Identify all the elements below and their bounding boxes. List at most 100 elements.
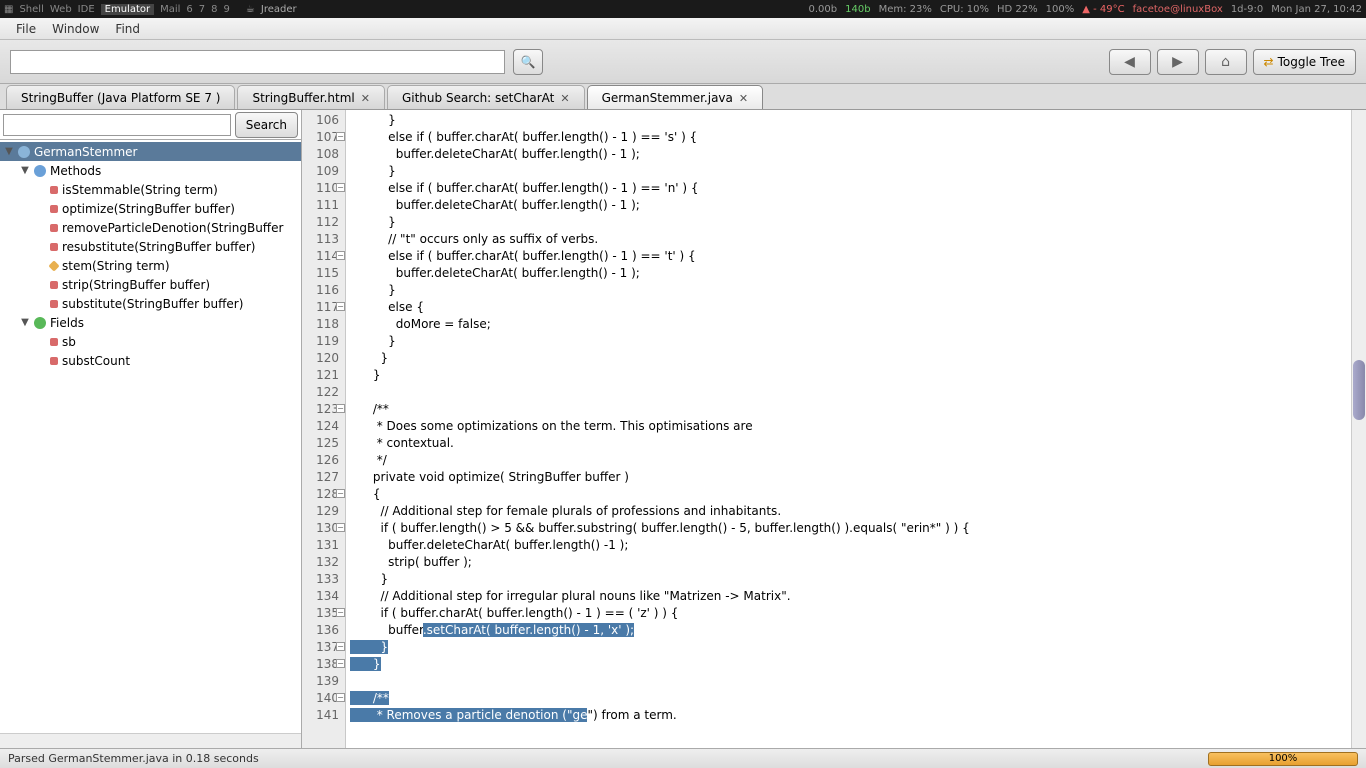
taskbar-item[interactable]: Shell (19, 4, 43, 15)
tree-icon (50, 338, 58, 346)
tree-icon (18, 146, 30, 158)
close-icon[interactable]: ✕ (560, 92, 569, 105)
tree-icon (50, 281, 58, 289)
toggle-tree-icon: ⇄ (1264, 55, 1274, 69)
tree-label: isStemmable(String term) (62, 183, 218, 197)
taskbar-item[interactable]: Web (50, 4, 72, 15)
code-area[interactable]: } else if ( buffer.charAt( buffer.length… (346, 110, 1351, 748)
fold-icon[interactable]: − (336, 642, 345, 651)
user-host: facetoe@linuxBox (1133, 4, 1223, 15)
menu-window[interactable]: Window (44, 20, 107, 38)
tab-label: Github Search: setCharAt (402, 91, 554, 105)
tree-icon (50, 243, 58, 251)
tree-item[interactable]: strip(StringBuffer buffer) (0, 275, 301, 294)
sidebar-hscroll[interactable] (0, 733, 301, 748)
tree-label: removeParticleDenotion(StringBuffer (62, 221, 283, 235)
taskbar-item-active[interactable]: Emulator (101, 4, 154, 15)
tree-item[interactable]: resubstitute(StringBuffer buffer) (0, 237, 301, 256)
tree-icon (50, 186, 58, 194)
fold-icon[interactable]: − (336, 132, 345, 141)
tree-icon (48, 260, 59, 271)
tree-icon (50, 224, 58, 232)
tree-item[interactable]: stem(String term) (0, 256, 301, 275)
taskbar-stats: 0.00b 140b Mem: 23% CPU: 10% HD 22% 100%… (809, 4, 1362, 15)
home-icon: ⌂ (1221, 54, 1230, 70)
zoom-indicator[interactable]: 100% (1208, 752, 1358, 766)
fold-icon[interactable]: − (336, 404, 345, 413)
tree-item[interactable]: isStemmable(String term) (0, 180, 301, 199)
close-icon[interactable]: ✕ (739, 92, 748, 105)
taskbar-item[interactable]: IDE (78, 4, 95, 15)
toolbar: 🔍 ◀ ▶ ⌂ ⇄ Toggle Tree (0, 40, 1366, 84)
close-icon[interactable]: ✕ (361, 92, 370, 105)
taskbar-grid-icon[interactable]: ▦ (4, 4, 13, 15)
fold-icon[interactable]: − (336, 251, 345, 260)
tree-label: substitute(StringBuffer buffer) (62, 297, 243, 311)
sidebar-search-input[interactable] (3, 114, 231, 136)
menu-file[interactable]: File (8, 20, 44, 38)
tree-label: optimize(StringBuffer buffer) (62, 202, 235, 216)
search-icon: 🔍 (521, 55, 536, 69)
fold-icon[interactable]: − (336, 489, 345, 498)
tree-item[interactable]: removeParticleDenotion(StringBuffer (0, 218, 301, 237)
code-editor[interactable]: 106107−108109110−111112113114−115116117−… (302, 110, 1366, 748)
temp-stat: ▲ - 49°C (1082, 4, 1124, 15)
taskbar-item[interactable]: 8 (211, 4, 217, 15)
twisty-icon[interactable]: ▼ (20, 317, 30, 328)
tree-icon (50, 357, 58, 365)
fold-icon[interactable]: − (336, 659, 345, 668)
tab[interactable]: GermanStemmer.java ✕ (587, 85, 764, 109)
tree-label: stem(String term) (62, 259, 170, 273)
back-button[interactable]: ◀ (1109, 49, 1151, 75)
tab-label: GermanStemmer.java (602, 91, 733, 105)
twisty-icon[interactable]: ▼ (20, 165, 30, 176)
tree-label: sb (62, 335, 76, 349)
fold-icon[interactable]: − (336, 523, 345, 532)
back-icon: ◀ (1124, 54, 1135, 70)
mem-stat: Mem: 23% (879, 4, 932, 15)
tab-label: StringBuffer.html (252, 91, 354, 105)
sidebar-search-button[interactable]: Search (235, 112, 298, 138)
toggle-tree-button[interactable]: ⇄ Toggle Tree (1253, 49, 1356, 75)
hd-stat: HD 22% (997, 4, 1038, 15)
tab[interactable]: StringBuffer (Java Platform SE 7 ) (6, 85, 235, 109)
tree-item[interactable]: sb (0, 332, 301, 351)
status-message: Parsed GermanStemmer.java in 0.18 second… (8, 752, 259, 765)
taskbar-item[interactable]: 6 (186, 4, 192, 15)
tree-item[interactable]: substCount (0, 351, 301, 370)
tree-item[interactable]: optimize(StringBuffer buffer) (0, 199, 301, 218)
home-button[interactable]: ⌂ (1205, 49, 1247, 75)
search-input[interactable] (10, 50, 505, 74)
tab[interactable]: Github Search: setCharAt ✕ (387, 85, 585, 109)
taskbar-item[interactable]: Mail (160, 4, 180, 15)
taskbar-item[interactable]: 9 (224, 4, 230, 15)
tree-item[interactable]: ▼ GermanStemmer (0, 142, 301, 161)
outline-tree[interactable]: ▼ GermanStemmer ▼ Methods isStemmable(String… (0, 140, 301, 733)
fold-icon[interactable]: − (336, 608, 345, 617)
tree-item[interactable]: ▼Fields (0, 313, 301, 332)
tree-item[interactable]: substitute(StringBuffer buffer) (0, 294, 301, 313)
tab[interactable]: StringBuffer.html ✕ (237, 85, 385, 109)
net-stat: 140b (845, 4, 870, 15)
sidebar: Search ▼ GermanStemmer ▼ Methods isStemmable… (0, 110, 302, 748)
fold-icon[interactable]: − (336, 302, 345, 311)
twisty-icon[interactable]: ▼ (4, 146, 14, 157)
status-bar: Parsed GermanStemmer.java in 0.18 second… (0, 748, 1366, 768)
tree-label: strip(StringBuffer buffer) (62, 278, 210, 292)
vscrollbar[interactable] (1351, 110, 1366, 748)
forward-button[interactable]: ▶ (1157, 49, 1199, 75)
tree-item[interactable]: ▼ Methods (0, 161, 301, 180)
tree-icon (34, 165, 46, 177)
tab-bar: StringBuffer (Java Platform SE 7 )String… (0, 84, 1366, 110)
vscrollbar-thumb[interactable] (1353, 360, 1365, 420)
tree-icon (50, 205, 58, 213)
sidebar-search: Search (0, 110, 301, 140)
menu-find[interactable]: Find (107, 20, 148, 38)
taskbar-item[interactable]: 7 (199, 4, 205, 15)
fold-icon[interactable]: − (336, 693, 345, 702)
main-area: Search ▼ GermanStemmer ▼ Methods isStemmable… (0, 110, 1366, 748)
tree-label: GermanStemmer (34, 145, 137, 159)
fold-icon[interactable]: − (336, 183, 345, 192)
search-button[interactable]: 🔍 (513, 49, 543, 75)
tree-label: Methods (50, 164, 101, 178)
